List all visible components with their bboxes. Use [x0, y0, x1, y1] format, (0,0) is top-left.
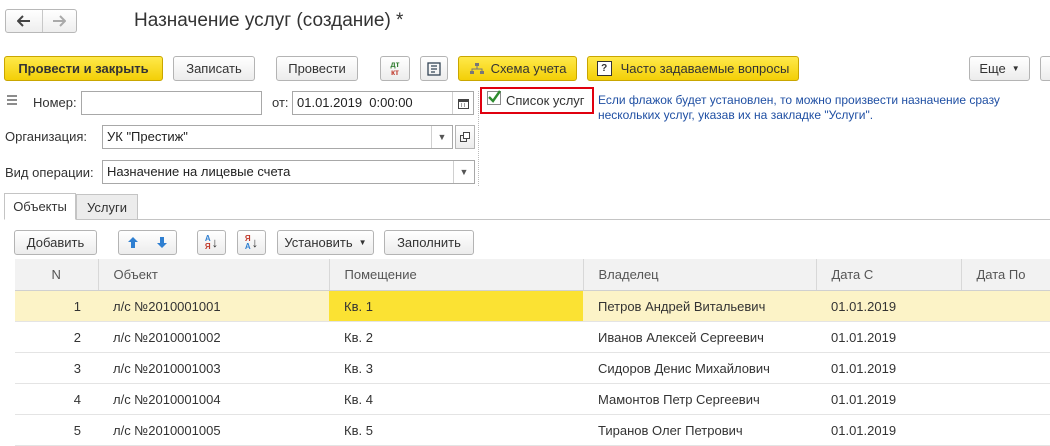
column-header-n[interactable]: N [15, 259, 99, 291]
move-buttons [118, 230, 177, 255]
dt-kt-icon: дт кт [390, 59, 400, 77]
cell-room: Кв. 2 [329, 321, 583, 353]
page-title: Назначение услуг (создание) * [134, 10, 404, 31]
table-row[interactable]: 5 л/с №2010001005 Кв. 5 Тиранов Олег Пет… [15, 414, 1050, 446]
post-button[interactable]: Провести [276, 56, 358, 81]
cell-room: Кв. 3 [329, 352, 583, 384]
column-header-date-from[interactable]: Дата С [816, 259, 962, 291]
table-row[interactable]: 3 л/с №2010001003 Кв. 3 Сидоров Денис Ми… [15, 352, 1050, 384]
column-header-date-to[interactable]: Дата По [961, 259, 1050, 291]
number-label: Номер: [33, 95, 77, 110]
cell-date-to [961, 383, 1050, 415]
chevron-down-icon: ▼ [1011, 64, 1020, 73]
sort-ascending-button[interactable]: А Я ↓ [197, 230, 226, 255]
faq-button[interactable]: ? Часто задаваемые вопросы [587, 56, 799, 81]
cell-date-from: 01.01.2019 [816, 290, 961, 322]
cell-object: л/с №2010001001 [98, 290, 329, 322]
set-button[interactable]: Установить ▼ [277, 230, 374, 255]
checkmark-icon [488, 90, 501, 103]
organization-field[interactable]: УК "Престиж" ▼ [102, 125, 453, 149]
post-and-close-button[interactable]: Провести и закрыть [4, 56, 163, 81]
arrow-up-icon[interactable] [127, 236, 139, 249]
cell-object: л/с №2010001005 [98, 414, 329, 446]
structure-icon [426, 61, 442, 77]
chevron-down-icon[interactable]: ▼ [431, 126, 452, 148]
sort-ascending-icon: А Я ↓ [204, 233, 219, 251]
objects-table: N Объект Помещение Владелец Дата С Дата … [15, 259, 1050, 446]
add-button[interactable]: Добавить [14, 230, 97, 255]
cell-n: 1 [15, 290, 98, 322]
table-row[interactable]: 1 л/с №2010001001 Кв. 1 Петров Андрей Ви… [15, 290, 1050, 322]
sort-descending-icon: Я А ↓ [244, 233, 259, 251]
dt-kt-button[interactable]: дт кт [380, 56, 410, 81]
sort-descending-button[interactable]: Я А ↓ [237, 230, 266, 255]
open-icon [460, 132, 470, 142]
save-button[interactable]: Записать [173, 56, 255, 81]
back-arrow-icon[interactable] [6, 10, 43, 32]
cell-owner: Иванов Алексей Сергеевич [583, 321, 816, 353]
number-field[interactable] [81, 91, 262, 115]
table-row[interactable]: 4 л/с №2010001004 Кв. 4 Мамонтов Петр Се… [15, 383, 1050, 415]
document-icon [6, 95, 18, 105]
divider [478, 91, 479, 186]
cell-object: л/с №2010001003 [98, 352, 329, 384]
nav-buttons [5, 9, 77, 33]
fill-button[interactable]: Заполнить [384, 230, 474, 255]
more-button[interactable]: Еще ▼ [969, 56, 1030, 81]
table-row[interactable]: 2 л/с №2010001002 Кв. 2 Иванов Алексей С… [15, 321, 1050, 353]
cell-n: 3 [15, 352, 98, 384]
table-header-row: N Объект Помещение Владелец Дата С Дата … [15, 259, 1050, 291]
services-list-hint: Если флажок будет установлен, то можно п… [598, 93, 1000, 122]
cell-owner: Сидоров Денис Михайлович [583, 352, 816, 384]
question-icon: ? [596, 61, 612, 76]
cell-object: л/с №2010001002 [98, 321, 329, 353]
tab-services[interactable]: Услуги [76, 194, 138, 219]
operation-type-field[interactable]: Назначение на лицевые счета ▼ [102, 160, 475, 184]
cell-owner: Мамонтов Петр Сергеевич [583, 383, 816, 415]
operation-type-label: Вид операции: [5, 165, 94, 180]
cell-date-from: 01.01.2019 [816, 383, 961, 415]
column-header-room[interactable]: Помещение [329, 259, 584, 291]
forward-arrow-icon[interactable] [42, 10, 76, 32]
open-organization-button[interactable] [455, 125, 475, 149]
cell-date-to [961, 414, 1050, 446]
chevron-down-icon: ▼ [358, 238, 367, 247]
date-field[interactable]: 01.01.2019 0:00:00 [292, 91, 474, 115]
cell-room: Кв. 4 [329, 383, 583, 415]
help-button[interactable] [1040, 56, 1050, 81]
date-from-label: от: [272, 95, 289, 110]
cell-n: 5 [15, 414, 98, 446]
cell-n: 4 [15, 383, 98, 415]
structure-button[interactable] [420, 56, 448, 81]
tabs-baseline [4, 219, 1050, 220]
column-header-owner[interactable]: Владелец [583, 259, 817, 291]
cell-n: 2 [15, 321, 98, 353]
cell-date-to [961, 352, 1050, 384]
cell-owner: Петров Андрей Витальевич [583, 290, 816, 322]
accounting-scheme-button[interactable]: Схема учета [458, 56, 577, 81]
services-list-label[interactable]: Список услуг [506, 93, 585, 108]
calendar-icon[interactable] [452, 92, 473, 114]
chevron-down-icon[interactable]: ▼ [453, 161, 474, 183]
organization-label: Организация: [5, 129, 88, 144]
cell-date-from: 01.01.2019 [816, 414, 961, 446]
cell-object: л/с №2010001004 [98, 383, 329, 415]
cell-date-to [961, 290, 1050, 322]
column-header-object[interactable]: Объект [98, 259, 330, 291]
tab-objects[interactable]: Объекты [4, 193, 76, 220]
cell-date-from: 01.01.2019 [816, 352, 961, 384]
cell-owner: Тиранов Олег Петрович [583, 414, 816, 446]
services-list-checkbox[interactable] [487, 90, 501, 105]
cell-room: Кв. 5 [329, 414, 583, 446]
arrow-down-icon[interactable] [156, 236, 168, 249]
cell-room[interactable]: Кв. 1 [329, 290, 583, 322]
hierarchy-icon [469, 62, 485, 76]
cell-date-from: 01.01.2019 [816, 321, 961, 353]
cell-date-to [961, 321, 1050, 353]
